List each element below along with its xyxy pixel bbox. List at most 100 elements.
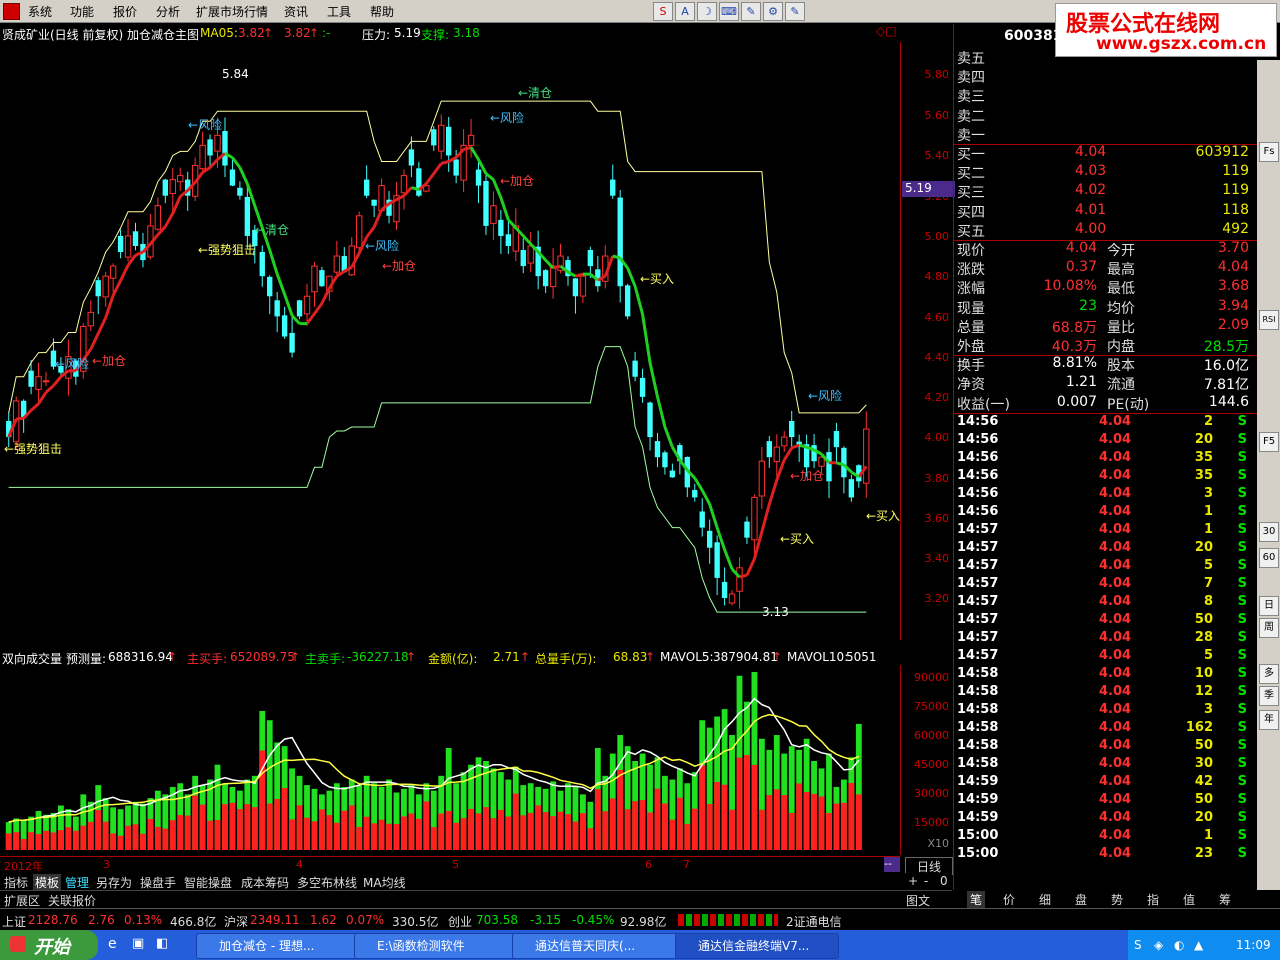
rsi-button[interactable]: RSI [1259, 310, 1279, 330]
volume-bar-buy [691, 808, 698, 850]
desktop-icon[interactable]: ▣ [132, 936, 150, 954]
security-icon[interactable]: ▲ [1194, 938, 1203, 952]
f5-button[interactable]: F5 [1259, 432, 1279, 452]
menu-help[interactable]: 帮助 [370, 3, 394, 20]
ask-row[interactable]: 卖一 [957, 125, 1253, 144]
task-item-2[interactable]: E:\函数检测软件 [354, 933, 528, 959]
menu-analysis[interactable]: 分析 [156, 3, 180, 20]
multi-button[interactable]: 多 [1259, 664, 1279, 684]
tab-cost-chips[interactable]: 成本筹码 [241, 874, 289, 891]
ime-icon[interactable]: S [1134, 938, 1142, 952]
price-tick: 3.80 [924, 472, 950, 485]
daily-button[interactable]: 日 [1259, 596, 1279, 616]
ask-row[interactable]: 卖二 [957, 106, 1253, 125]
candle [311, 265, 318, 293]
30min-button[interactable]: 30 [1259, 522, 1279, 542]
status-text: 2证通电信 [786, 915, 842, 929]
tab-detail[interactable]: 细 [1039, 891, 1051, 908]
tab-value[interactable]: 值 [1183, 891, 1195, 908]
tab-ma-line[interactable]: MA均线 [363, 874, 406, 891]
ask-row[interactable]: 卖四 [957, 67, 1253, 86]
quarter-button[interactable]: 季 [1259, 686, 1279, 706]
ask-row[interactable]: 卖三 [957, 86, 1253, 105]
tab-save-as[interactable]: 另存为 [96, 874, 132, 891]
stat-label: 现量 [957, 300, 985, 317]
app-icon[interactable] [3, 3, 20, 20]
bid-row[interactable]: 买二 4.03 119 [957, 163, 1253, 182]
volume-bar-buy [758, 809, 765, 850]
wrench-icon[interactable]: ⚙ [763, 2, 783, 21]
edit-icon[interactable]: ✎ [785, 2, 805, 21]
start-button[interactable]: 开始 [0, 930, 98, 960]
s-icon[interactable]: S [653, 2, 673, 21]
bid-row[interactable]: 买三 4.02 119 [957, 182, 1253, 201]
tick-row: 14:56 4.04 2 S [957, 414, 1253, 433]
bid-row[interactable]: 买一 4.04 603912 [957, 144, 1253, 163]
tab-extension[interactable]: 扩展区 [4, 892, 40, 909]
tick-volume: 30 [1194, 755, 1213, 771]
weekly-button[interactable]: 周 [1259, 618, 1279, 638]
sh-change: 2.76 [88, 913, 115, 927]
scroll-marker[interactable]: -- [884, 857, 900, 872]
tab-trader[interactable]: 操盘手 [140, 874, 176, 891]
menu-quote[interactable]: 报价 [113, 3, 137, 20]
zoom-out-button[interactable]: - [924, 874, 928, 888]
fs-button[interactable]: Fs [1259, 142, 1279, 162]
tick-price: 4.04 [1099, 665, 1132, 681]
tick-time: 14:58 [957, 665, 999, 681]
a-icon[interactable]: A [675, 2, 695, 21]
menu-function[interactable]: 功能 [70, 3, 94, 20]
pen-icon[interactable]: ✎ [741, 2, 761, 21]
network-icon[interactable]: ◈ [1154, 938, 1163, 952]
task-item-1[interactable]: 加仓减仓 - 理想... [196, 933, 370, 959]
menu-ext-market[interactable]: 扩展市场行情 [196, 3, 268, 20]
bid-row[interactable]: 买五 4.00 492 [957, 221, 1253, 240]
tick-price: 4.04 [1099, 485, 1132, 501]
menu-tools[interactable]: 工具 [327, 3, 351, 20]
volume-chart[interactable] [0, 665, 900, 855]
ie-icon[interactable]: e [108, 936, 126, 954]
bid-row[interactable]: 买四 4.01 118 [957, 202, 1253, 221]
ask-row[interactable]: 卖五 [957, 48, 1253, 67]
tab-related-quote[interactable]: 关联报价 [48, 892, 96, 909]
label-qiangshi-2: ←强势狙击 [198, 243, 256, 257]
price-axis: 5.80 5.60 5.40 5.20 5.00 4.80 4.60 4.40 … [900, 42, 953, 640]
tab-price[interactable]: 价 [1003, 891, 1015, 908]
mavol5-value: 387904.81 [713, 650, 778, 664]
tab-manage[interactable]: 管理 [65, 874, 89, 891]
label-qingcang-1: ←清仓 [518, 86, 552, 100]
candle [483, 180, 489, 226]
tab-indicator[interactable]: 指标 [4, 874, 28, 891]
tab-plate[interactable]: 盘 [1075, 891, 1087, 908]
60min-button[interactable]: 60 [1259, 548, 1279, 568]
candlestick-chart[interactable]: 5.84 3.13 ←清仓 ←清仓 ←风险 ←风险 ←风险 ←风险 ←风险 ←加… [0, 42, 900, 640]
tab-index[interactable]: 指 [1147, 891, 1159, 908]
moon-icon[interactable]: ☽ [697, 2, 717, 21]
media-icon[interactable]: ◧ [156, 936, 174, 954]
tick-side: S [1237, 827, 1247, 843]
tab-bollinger[interactable]: 多空布林线 [297, 874, 357, 891]
task-item-3[interactable]: 通达信普天同庆(... [512, 933, 691, 959]
tab-chips[interactable]: 筹 [1219, 891, 1231, 908]
stat-value: 40.3万 [1051, 339, 1097, 355]
menu-news[interactable]: 资讯 [284, 3, 308, 20]
tick-time: 14:57 [957, 521, 999, 537]
tab-template[interactable]: 模板 [33, 874, 62, 891]
volume-bar-buy [475, 813, 482, 850]
tab-smart-trade[interactable]: 智能操盘 [184, 874, 232, 891]
volume-icon[interactable]: ◐ [1174, 938, 1184, 952]
task-item-4[interactable]: 通达信金融终端V7... [675, 933, 839, 959]
keyboard-icon[interactable]: ⌨ [719, 2, 739, 21]
tab-tick[interactable]: 笔 [967, 891, 986, 908]
diamond-icon[interactable]: ◇□ [876, 24, 897, 38]
volume-bar-buy [58, 830, 64, 850]
volume-bar-buy [43, 830, 49, 850]
tab-trend[interactable]: 势 [1111, 891, 1123, 908]
menu-system[interactable]: 系统 [28, 3, 52, 20]
zoom-in-button[interactable]: + [908, 874, 918, 888]
year-button[interactable]: 年 [1259, 710, 1279, 730]
tick-volume: 12 [1194, 683, 1213, 699]
candle [363, 179, 370, 196]
candle [303, 295, 311, 315]
reset-button[interactable]: 0 [940, 874, 948, 888]
